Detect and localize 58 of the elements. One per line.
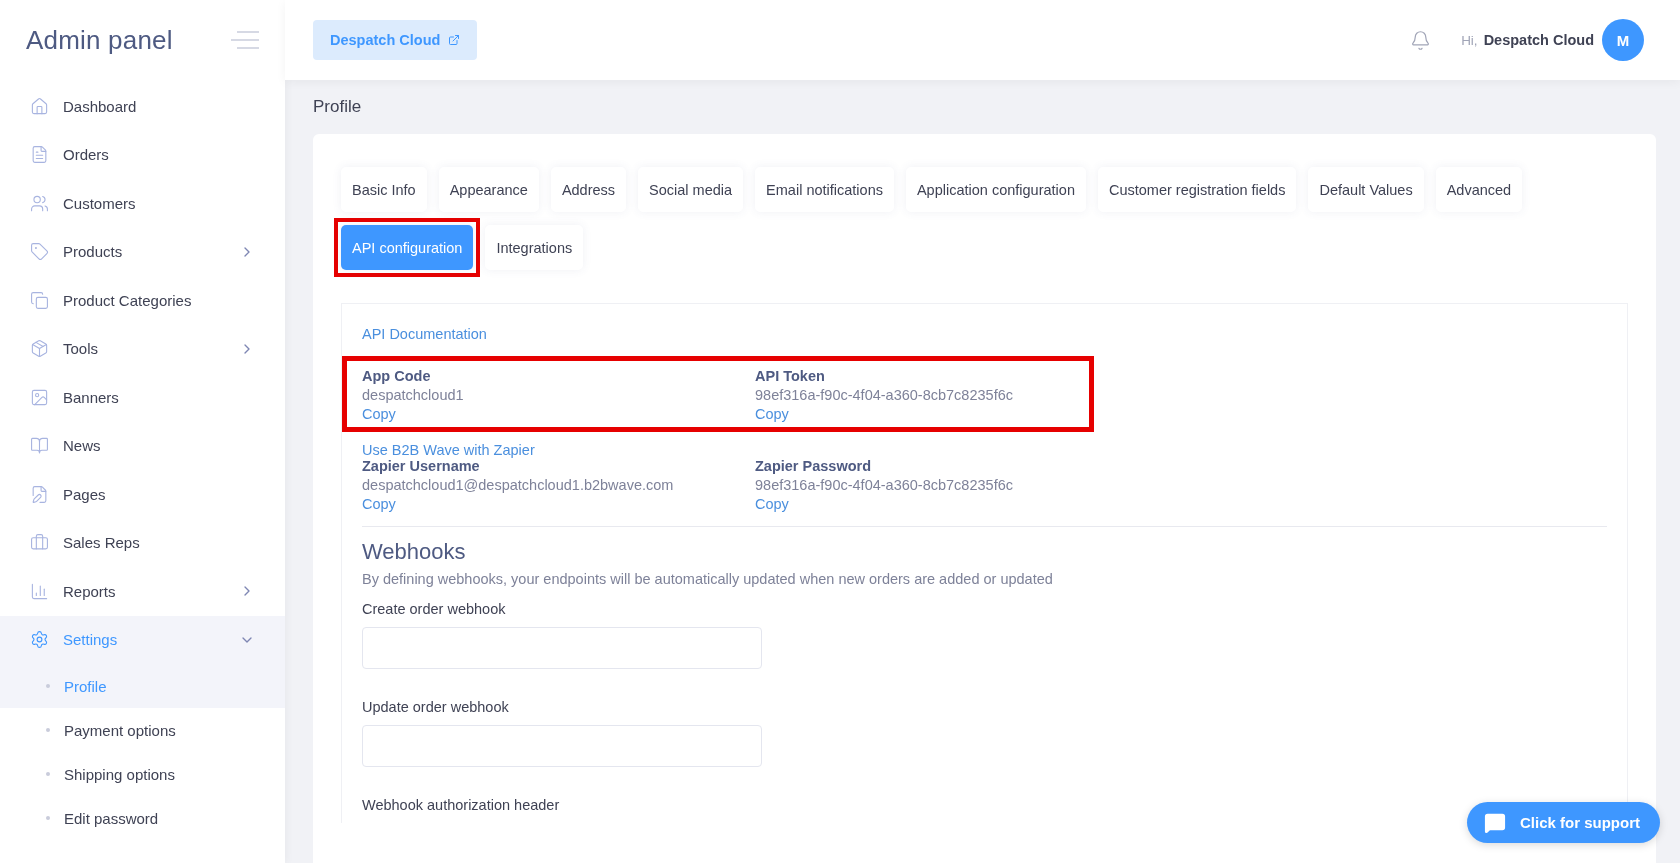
sidebar-item[interactable]: Tools	[0, 324, 285, 373]
sidebar-item[interactable]: Products	[0, 227, 285, 276]
tab[interactable]: Social media	[638, 167, 744, 212]
house-icon	[30, 96, 49, 116]
menu-icon[interactable]	[231, 30, 259, 50]
input-field[interactable]	[362, 725, 762, 767]
field-value: 98ef316a-f90c-4f04-a360-8cb7c8235f6c	[755, 387, 1014, 403]
sidebar-subitem[interactable]: Edit password	[0, 796, 285, 840]
sidebar-item[interactable]: Orders	[0, 130, 285, 179]
sidebar-subitem[interactable]: Shipping options	[0, 752, 285, 796]
sidebar-item[interactable]: News	[0, 421, 285, 470]
field-value: despatchcloud1	[362, 387, 465, 403]
page-title: Profile	[313, 97, 363, 117]
sidebar-item[interactable]: Banners	[0, 373, 285, 422]
field-label: Webhook authorization header	[362, 797, 561, 813]
external-link-icon	[448, 34, 461, 46]
field-label: Zapier Password	[755, 458, 873, 474]
image-icon	[30, 387, 49, 407]
app-title: Admin panel	[26, 24, 173, 56]
field-value: despatchcloud1@despatchcloud1.b2bwave.com	[362, 477, 675, 493]
settings-icon	[30, 630, 49, 650]
chat-icon	[1484, 811, 1506, 834]
tab[interactable]: Integrations	[485, 225, 584, 270]
tab[interactable]: Address	[550, 167, 627, 212]
document-icon	[30, 145, 49, 165]
people-icon	[30, 193, 49, 213]
tab[interactable]: Email notifications	[755, 167, 894, 212]
sidebar-item[interactable]: Reports	[0, 567, 285, 616]
field-value: 98ef316a-f90c-4f04-a360-8cb7c8235f6c	[755, 477, 1014, 493]
field-label: App Code	[362, 368, 432, 384]
tab[interactable]: Basic Info	[341, 167, 427, 212]
book-icon	[30, 436, 49, 456]
tab[interactable]: Advanced	[1435, 167, 1523, 212]
tab[interactable]: Application configuration	[905, 167, 1086, 212]
sidebar-item[interactable]: Sales Reps	[0, 518, 285, 567]
bell-icon[interactable]	[1410, 29, 1432, 51]
box-icon	[30, 339, 49, 359]
sidebar-subitem[interactable]: Payment options	[0, 708, 285, 752]
sidebar-item[interactable]: Customers	[0, 179, 285, 228]
tab[interactable]: Customer registration fields	[1097, 167, 1297, 212]
field-label: Update order webhook	[362, 699, 510, 715]
field-label: API Token	[755, 368, 826, 384]
sidebar-item[interactable]: Dashboard	[0, 82, 285, 131]
section-title: Webhooks	[362, 539, 467, 565]
sidebar-item[interactable]: Product Categories	[0, 276, 285, 325]
stacked-cards-icon	[30, 290, 49, 310]
section-description: By defining webhooks, your endpoints will be automatically updated when new orders are added or updated	[362, 571, 1054, 587]
greeting-text: Hi,	[1461, 32, 1478, 48]
tag-icon	[30, 242, 49, 262]
tab[interactable]: Default Values	[1308, 167, 1424, 212]
sidebar-item[interactable]: Pages	[0, 470, 285, 519]
tab[interactable]: Appearance	[438, 167, 539, 212]
field-label: Zapier Username	[362, 458, 481, 474]
user-name: Despatch Cloud	[1483, 32, 1594, 48]
field-label: Create order webhook	[362, 601, 507, 617]
input-field[interactable]	[362, 627, 762, 669]
pen-document-icon	[30, 484, 49, 504]
bar-chart-icon	[30, 581, 49, 601]
